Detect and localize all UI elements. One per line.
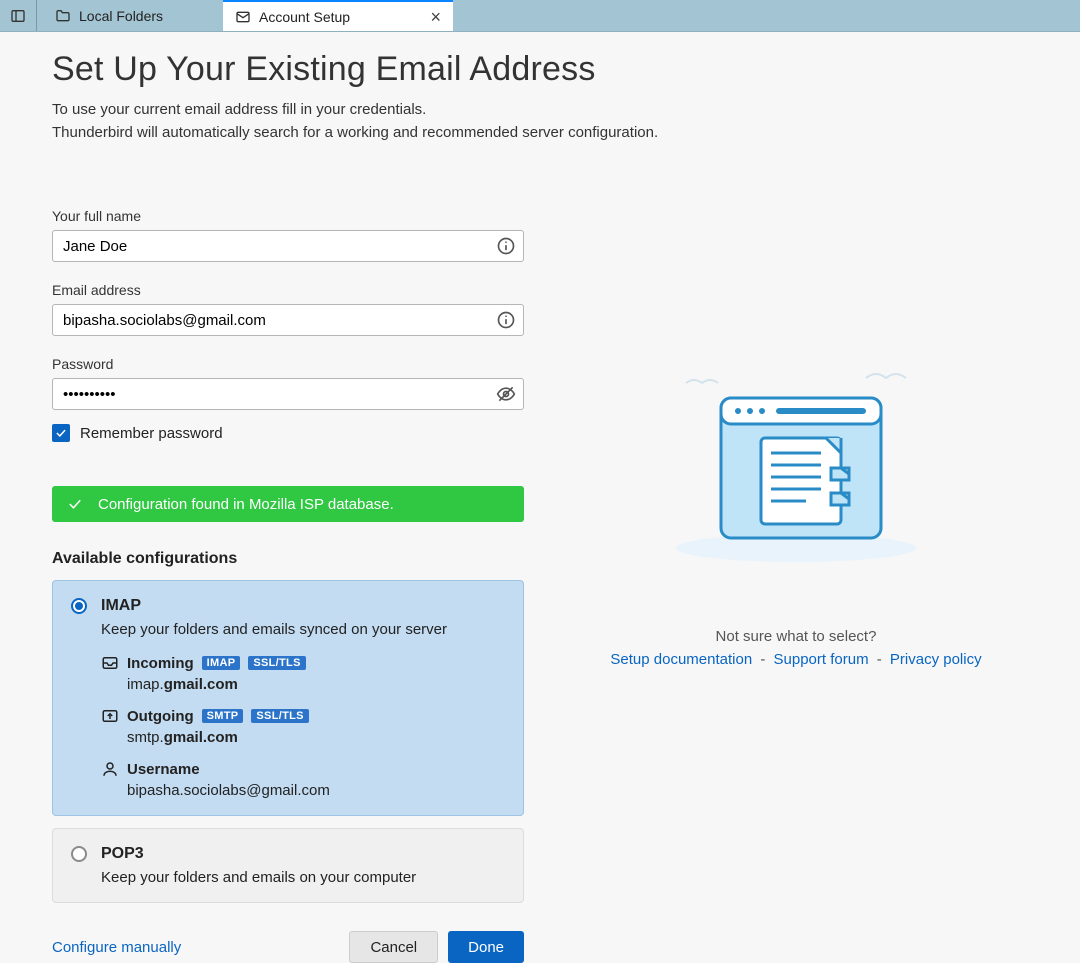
pop3-desc: Keep your folders and emails on your com… bbox=[101, 869, 505, 886]
username-label: Username bbox=[127, 761, 200, 778]
privacy-link[interactable]: Privacy policy bbox=[890, 651, 982, 668]
info-icon[interactable] bbox=[496, 236, 516, 256]
status-success: Configuration found in Mozilla ISP datab… bbox=[52, 486, 524, 522]
cancel-button[interactable]: Cancel bbox=[349, 931, 438, 963]
email-label: Email address bbox=[52, 282, 524, 298]
remember-password-label: Remember password bbox=[80, 425, 223, 442]
config-option-pop3[interactable]: POP3 Keep your folders and emails on you… bbox=[52, 828, 524, 903]
check-icon bbox=[66, 495, 84, 513]
folder-pane-toggle[interactable] bbox=[0, 0, 36, 31]
configure-manually-link[interactable]: Configure manually bbox=[52, 939, 181, 956]
badge-ssl: SSL/TLS bbox=[251, 709, 308, 723]
setup-doc-link[interactable]: Setup documentation bbox=[610, 651, 752, 668]
helper-text: Not sure what to select? bbox=[716, 628, 877, 645]
username-value: bipasha.sociolabs@gmail.com bbox=[127, 782, 505, 799]
imap-desc: Keep your folders and emails synced on y… bbox=[101, 621, 505, 638]
tab-account-setup[interactable]: Account Setup × bbox=[223, 0, 453, 31]
illustration-icon bbox=[666, 368, 926, 568]
done-button[interactable]: Done bbox=[448, 931, 524, 963]
available-config-heading: Available configurations bbox=[52, 550, 524, 568]
support-forum-link[interactable]: Support forum bbox=[774, 651, 869, 668]
incoming-host: imap.gmail.com bbox=[127, 676, 505, 693]
folder-icon bbox=[55, 8, 71, 24]
badge-ssl: SSL/TLS bbox=[248, 656, 305, 670]
tab-local-folders[interactable]: Local Folders bbox=[43, 0, 223, 31]
imap-title: IMAP bbox=[101, 597, 141, 615]
email-input[interactable] bbox=[52, 304, 524, 336]
outgoing-label: Outgoing bbox=[127, 708, 194, 725]
password-label: Password bbox=[52, 356, 524, 372]
name-label: Your full name bbox=[52, 208, 524, 224]
mail-settings-icon bbox=[235, 9, 251, 25]
name-input[interactable] bbox=[52, 230, 524, 262]
user-icon bbox=[101, 760, 119, 778]
tab-label: Local Folders bbox=[79, 8, 163, 24]
radio-checked-icon bbox=[71, 598, 87, 614]
close-icon[interactable]: × bbox=[400, 8, 441, 26]
tab-label: Account Setup bbox=[259, 9, 350, 25]
tab-bar: Local Folders Account Setup × bbox=[0, 0, 1080, 32]
outgoing-host: smtp.gmail.com bbox=[127, 729, 505, 746]
radio-unchecked-icon bbox=[71, 846, 87, 862]
password-input[interactable] bbox=[52, 378, 524, 410]
badge-imap: IMAP bbox=[202, 656, 241, 670]
checkbox-checked-icon bbox=[52, 424, 70, 442]
remember-password-checkbox[interactable]: Remember password bbox=[52, 424, 524, 442]
inbox-icon bbox=[101, 654, 119, 672]
page-title: Set Up Your Existing Email Address bbox=[52, 50, 1028, 89]
config-option-imap[interactable]: IMAP Keep your folders and emails synced… bbox=[52, 580, 524, 816]
badge-smtp: SMTP bbox=[202, 709, 244, 723]
outbox-icon bbox=[101, 707, 119, 725]
divider bbox=[36, 0, 37, 31]
incoming-label: Incoming bbox=[127, 655, 194, 672]
page-subtitle: To use your current email address fill i… bbox=[52, 99, 1028, 144]
helper-links: Setup documentation - Support forum - Pr… bbox=[610, 651, 981, 668]
eye-off-icon[interactable] bbox=[496, 384, 516, 404]
pop3-title: POP3 bbox=[101, 845, 144, 863]
info-icon[interactable] bbox=[496, 310, 516, 330]
